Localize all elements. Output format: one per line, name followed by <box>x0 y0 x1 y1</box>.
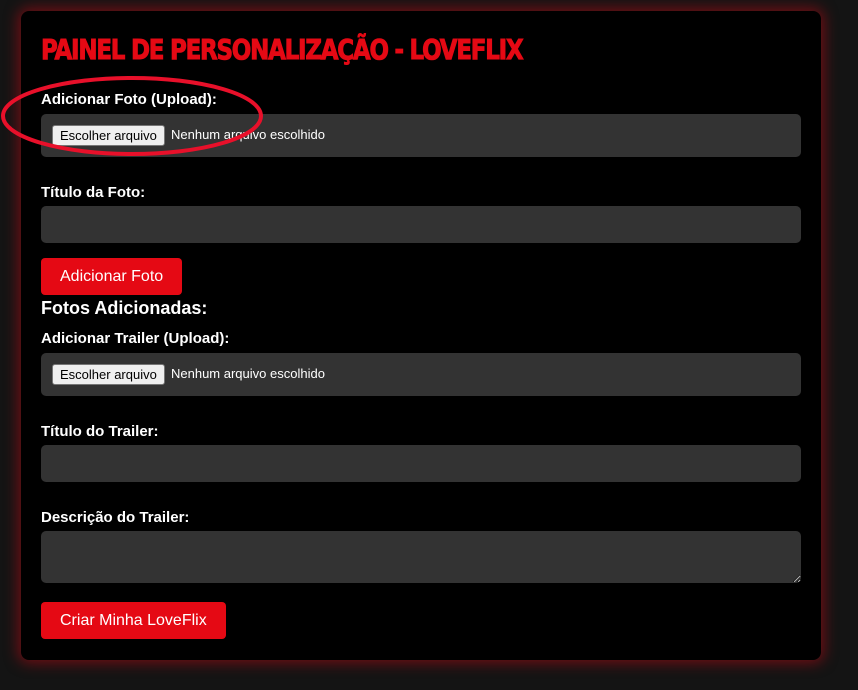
photo-choose-file-button[interactable]: Escolher arquivo <box>52 125 165 146</box>
trailer-file-status: Nenhum arquivo escolhido <box>171 366 325 381</box>
trailer-title-input[interactable] <box>41 445 801 482</box>
photo-title-input[interactable] <box>41 206 801 243</box>
trailer-description-textarea[interactable] <box>41 531 801 583</box>
photo-upload-label: Adicionar Foto (Upload): <box>41 91 217 108</box>
photo-file-status: Nenhum arquivo escolhido <box>171 127 325 142</box>
add-photo-button[interactable]: Adicionar Foto <box>41 258 183 295</box>
photo-file-input[interactable]: Escolher arquivo Nenhum arquivo escolhid… <box>41 114 801 157</box>
trailer-title-label: Título do Trailer: <box>41 423 159 440</box>
trailer-description-label: Descrição do Trailer: <box>41 509 190 526</box>
personalization-panel: PAINEL DE PERSONALIZAÇÃO - LOVEFLIX Adic… <box>21 11 821 660</box>
panel-title: PAINEL DE PERSONALIZAÇÃO - LOVEFLIX <box>41 33 524 67</box>
photo-title-label: Título da Foto: <box>41 184 146 201</box>
trailer-choose-file-button[interactable]: Escolher arquivo <box>52 364 165 385</box>
trailer-file-input[interactable]: Escolher arquivo Nenhum arquivo escolhid… <box>41 353 801 396</box>
create-loveflix-button[interactable]: Criar Minha LoveFlix <box>41 602 226 639</box>
trailer-upload-label: Adicionar Trailer (Upload): <box>41 330 230 347</box>
photos-added-heading: Fotos Adicionadas: <box>41 298 208 318</box>
